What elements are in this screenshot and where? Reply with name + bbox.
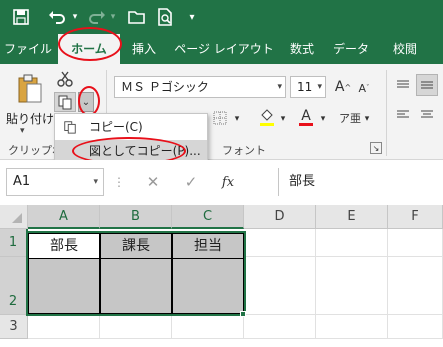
- column-header-e[interactable]: E: [316, 205, 388, 229]
- copy-icon[interactable]: [54, 92, 76, 112]
- chevron-down-icon: ▾: [317, 82, 322, 92]
- tab-review[interactable]: 校閲: [382, 34, 428, 64]
- save-icon[interactable]: [10, 6, 32, 28]
- tab-home[interactable]: ホーム: [58, 34, 120, 64]
- cell-a3[interactable]: [28, 315, 100, 339]
- cell-f2[interactable]: [388, 257, 443, 315]
- cell-e3[interactable]: [316, 315, 388, 339]
- column-header-b[interactable]: B: [100, 205, 172, 229]
- cell-d3[interactable]: [244, 315, 316, 339]
- column-header-d[interactable]: D: [244, 205, 316, 229]
- decrease-font-size-icon[interactable]: Aˇ: [356, 78, 372, 98]
- font-color-dropdown-icon[interactable]: ▾: [318, 110, 328, 128]
- open-folder-icon[interactable]: [126, 6, 148, 28]
- ribbon-tabs: ファイル ホーム 挿入 ページ レイアウト 数式 データ 校閲: [0, 34, 443, 64]
- name-box[interactable]: A1 ▾: [6, 168, 104, 196]
- phonetic-guide-icon[interactable]: ア亜: [338, 108, 362, 128]
- tab-data[interactable]: データ: [328, 34, 374, 64]
- cell-e1[interactable]: [316, 229, 388, 257]
- copy-dropdown-icon[interactable]: ⌄: [78, 92, 94, 112]
- column-header-c[interactable]: C: [172, 205, 244, 229]
- font-group-label: フォント: [222, 144, 266, 157]
- redo-dropdown-icon[interactable]: ▾: [108, 6, 118, 28]
- cell-d2[interactable]: [244, 257, 316, 315]
- row-header-3[interactable]: 3: [0, 315, 28, 339]
- font-name-select[interactable]: ＭＳ Ｐゴシック ▾: [114, 76, 286, 98]
- cell-a1[interactable]: 部長: [28, 233, 100, 259]
- cell-c2[interactable]: [172, 258, 244, 314]
- borders-icon[interactable]: [210, 108, 230, 128]
- chevron-down-icon: ▾: [93, 177, 98, 187]
- paste-dropdown-icon[interactable]: ▾: [20, 126, 25, 136]
- column-header-f[interactable]: F: [388, 205, 443, 229]
- cell-f1[interactable]: [388, 229, 443, 257]
- tab-page-layout[interactable]: ページ レイアウト: [168, 34, 280, 64]
- copy-icon: [63, 119, 77, 141]
- group-separator: [386, 70, 387, 156]
- print-preview-icon[interactable]: [154, 6, 176, 28]
- formula-input[interactable]: 部長: [278, 168, 443, 196]
- paste-label[interactable]: 貼り付け: [6, 110, 54, 127]
- fill-color-dropdown-icon[interactable]: ▾: [278, 110, 288, 128]
- align-left-icon[interactable]: [394, 106, 412, 124]
- cell-e2[interactable]: [316, 257, 388, 315]
- cancel-icon[interactable]: ✕: [142, 168, 164, 196]
- copy-menu-item[interactable]: コピー(C): [55, 116, 207, 138]
- worksheet-grid: A B C D E F 1 2 3 部長 課長 担当: [0, 205, 443, 339]
- formula-bar-splitter-icon[interactable]: ⋮: [113, 168, 125, 196]
- copy-dropdown-menu: コピー(C) 図としてコピー(P)...: [54, 113, 208, 165]
- borders-dropdown-icon[interactable]: ▾: [232, 110, 242, 128]
- tab-insert[interactable]: 挿入: [124, 34, 164, 64]
- increase-font-size-icon[interactable]: A ^: [334, 76, 352, 98]
- select-all-corner[interactable]: [0, 205, 28, 229]
- customize-qat-icon[interactable]: ▾: [184, 6, 200, 28]
- cell-b3[interactable]: [100, 315, 172, 339]
- formula-bar: A1 ▾ ⋮ ✕ ✓ fx 部長: [0, 160, 443, 205]
- copy-as-picture-menu-item[interactable]: 図としてコピー(P)...: [55, 140, 207, 162]
- phonetic-dropdown-icon[interactable]: ▾: [362, 110, 372, 128]
- chevron-down-icon: ▾: [277, 82, 282, 92]
- font-size-value: 11: [297, 80, 313, 94]
- cell-a2[interactable]: [28, 258, 100, 314]
- undo-dropdown-icon[interactable]: ▾: [70, 6, 80, 28]
- font-size-select[interactable]: 11 ▾: [290, 76, 326, 98]
- cell-c3[interactable]: [172, 315, 244, 339]
- cell-d1[interactable]: [244, 229, 316, 257]
- fill-color-icon[interactable]: [256, 106, 278, 128]
- row-header-2[interactable]: 2: [0, 257, 28, 315]
- font-dialog-launcher-icon[interactable]: ↘: [370, 142, 382, 154]
- cell-f3[interactable]: [388, 315, 443, 339]
- row-header-1[interactable]: 1: [0, 229, 28, 257]
- cell-c1[interactable]: 担当: [172, 233, 244, 259]
- cell-b1[interactable]: 課長: [100, 233, 172, 259]
- redo-icon[interactable]: [86, 6, 108, 28]
- cell-b2[interactable]: [100, 258, 172, 314]
- name-box-value: A1: [13, 174, 31, 189]
- cut-icon[interactable]: [56, 70, 74, 88]
- column-header-a[interactable]: A: [28, 205, 100, 229]
- title-bar: ▾ ▾ ▾: [0, 0, 443, 34]
- tab-file[interactable]: ファイル: [4, 34, 52, 64]
- insert-function-icon[interactable]: fx: [216, 168, 240, 196]
- copy-as-picture-label: 図としてコピー(P)...: [89, 144, 201, 158]
- tab-formulas[interactable]: 数式: [284, 34, 320, 64]
- font-name-value: ＭＳ Ｐゴシック: [121, 80, 209, 94]
- align-center-icon[interactable]: [418, 106, 436, 124]
- enter-icon[interactable]: ✓: [180, 168, 202, 196]
- align-top-icon[interactable]: [394, 76, 412, 94]
- align-middle-icon[interactable]: [416, 74, 438, 96]
- fill-handle[interactable]: [240, 311, 246, 317]
- paste-icon[interactable]: [14, 72, 46, 106]
- font-color-icon[interactable]: A: [296, 106, 316, 128]
- undo-icon[interactable]: [44, 6, 70, 28]
- copy-menu-label: コピー(C): [89, 120, 143, 134]
